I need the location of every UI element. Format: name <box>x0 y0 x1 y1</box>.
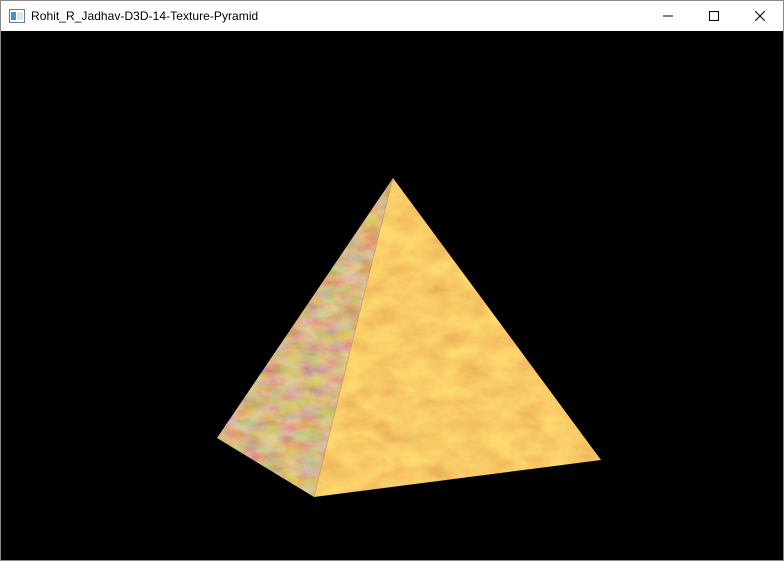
window-app-icon[interactable] <box>9 9 25 23</box>
title-bar[interactable]: Rohit_R_Jadhav-D3D-14-Texture-Pyramid <box>1 1 783 31</box>
close-button[interactable] <box>737 1 783 31</box>
close-icon <box>755 11 765 21</box>
app-window: Rohit_R_Jadhav-D3D-14-Texture-Pyramid <box>0 0 784 561</box>
window-controls <box>645 1 783 31</box>
minimize-button[interactable] <box>645 1 691 31</box>
maximize-icon <box>709 11 719 21</box>
window-title: Rohit_R_Jadhav-D3D-14-Texture-Pyramid <box>31 9 259 23</box>
maximize-button[interactable] <box>691 1 737 31</box>
render-viewport[interactable] <box>1 31 783 560</box>
minimize-icon <box>663 15 673 17</box>
scene-canvas <box>217 177 601 498</box>
